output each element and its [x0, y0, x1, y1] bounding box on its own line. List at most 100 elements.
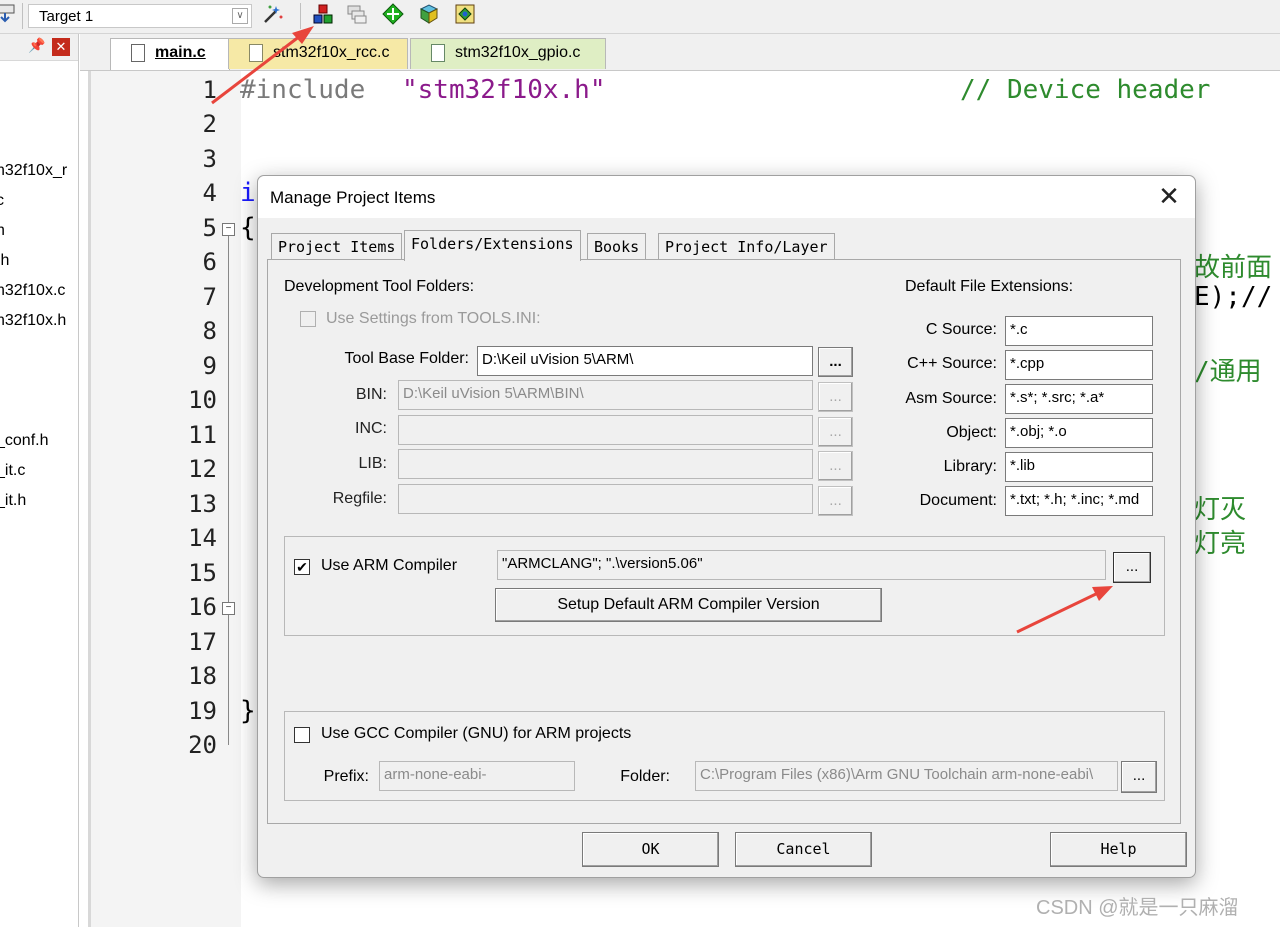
- select-packs-icon[interactable]: [454, 3, 476, 25]
- use-gcc-checkbox[interactable]: [294, 727, 310, 743]
- toolbar-separator: [22, 3, 23, 29]
- line-number: 11: [188, 421, 217, 449]
- code-comment: 灯亮: [1194, 529, 1247, 559]
- code-comment: /通用: [1194, 357, 1262, 387]
- line-number: 15: [188, 559, 217, 587]
- file-icon: [249, 44, 263, 62]
- tab-stm32f10x-gpio-c[interactable]: stm32f10x_gpio.c: [410, 38, 606, 69]
- bin-browse-button[interactable]: ...: [818, 382, 853, 412]
- tab-books[interactable]: Books: [587, 233, 647, 259]
- object-field[interactable]: *.obj; *.o: [1005, 418, 1153, 448]
- c-source-label: C Source:: [925, 321, 997, 338]
- code-fragment: E);//: [1194, 282, 1273, 312]
- line-number: 16: [188, 593, 217, 621]
- code-fragment: i: [240, 178, 256, 208]
- chevron-down-icon[interactable]: ∨: [232, 8, 248, 24]
- code-comment: 故前面: [1194, 253, 1273, 283]
- project-tree-item[interactable]: _conf.h: [0, 432, 48, 450]
- c-source-field[interactable]: *.c: [1005, 316, 1153, 346]
- cpp-source-field[interactable]: *.cpp: [1005, 350, 1153, 380]
- line-number: 6: [202, 248, 217, 276]
- lib-folder-field[interactable]: [398, 449, 813, 479]
- inc-browse-button[interactable]: ...: [818, 417, 853, 447]
- tab-project-items[interactable]: Project Items: [271, 233, 403, 259]
- cancel-button[interactable]: Cancel: [735, 832, 872, 867]
- target-select[interactable]: Target 1 ∨: [28, 4, 252, 28]
- close-icon[interactable]: ✕: [1155, 182, 1183, 210]
- project-tree-item[interactable]: n32f10x.h: [0, 312, 66, 330]
- project-tree-item[interactable]: .h: [0, 252, 9, 270]
- project-panel: 📌 ✕ n32f10x_r c h .h n32f10x.c n32f10x.h…: [0, 34, 79, 927]
- tool-base-browse-button[interactable]: ...: [818, 347, 853, 377]
- library-field[interactable]: *.lib: [1005, 452, 1153, 482]
- fold-line: [228, 615, 229, 745]
- project-tree-item[interactable]: _it.c: [0, 462, 25, 480]
- tab-label: stm32f10x_rcc.c: [273, 44, 390, 61]
- stack-icon[interactable]: [346, 3, 368, 25]
- tab-stm32f10x-rcc-c[interactable]: stm32f10x_rcc.c: [228, 38, 408, 69]
- line-number: 19: [188, 697, 217, 725]
- fold-toggle-icon[interactable]: −: [222, 602, 235, 615]
- tool-base-folder-field[interactable]: D:\Keil uVision 5\ARM\: [477, 346, 813, 376]
- file-tab-strip: main.c stm32f10x_rcc.c stm32f10x_gpio.c: [80, 34, 1280, 71]
- arm-compiler-field[interactable]: "ARMCLANG"; ".\version5.06": [497, 550, 1106, 580]
- use-arm-compiler-label: Use ARM Compiler: [321, 557, 458, 574]
- prefix-label: Prefix:: [323, 768, 369, 785]
- tab-project-info-layer[interactable]: Project Info/Layer: [658, 233, 835, 259]
- arm-compiler-browse-button[interactable]: ...: [1113, 552, 1151, 583]
- line-number: 9: [202, 352, 217, 380]
- watermark: CSDN @就是一只麻溜: [1036, 897, 1239, 919]
- code-fragment: }: [240, 696, 256, 726]
- line-number-gutter: 1 2 3 4 5 6 7 8 9 10 11 12 13 14 15 16 1…: [88, 71, 241, 927]
- line-number: 20: [188, 731, 217, 759]
- library-label: Library:: [943, 458, 997, 475]
- setup-default-compiler-button[interactable]: Setup Default ARM Compiler Version: [495, 588, 882, 622]
- close-icon[interactable]: ✕: [52, 38, 70, 56]
- use-tools-ini-checkbox[interactable]: [300, 311, 316, 327]
- regfile-field[interactable]: [398, 484, 813, 514]
- help-button[interactable]: Help: [1050, 832, 1187, 867]
- document-label: Document:: [919, 492, 997, 509]
- dialog-title: Manage Project Items: [270, 188, 436, 207]
- bin-label: BIN:: [355, 386, 387, 403]
- project-tree-item[interactable]: _it.h: [0, 492, 26, 510]
- tab-main-c[interactable]: main.c: [110, 38, 230, 70]
- asm-source-field[interactable]: *.s*; *.src; *.a*: [1005, 384, 1153, 414]
- use-arm-compiler-checkbox[interactable]: ✔: [294, 559, 310, 575]
- regfile-browse-button[interactable]: ...: [818, 486, 853, 516]
- code-comment: 灯灭: [1194, 495, 1247, 525]
- line-number: 17: [188, 628, 217, 656]
- line-number: 4: [202, 179, 217, 207]
- ok-button[interactable]: OK: [582, 832, 719, 867]
- gcc-folder-browse-button[interactable]: ...: [1121, 761, 1157, 793]
- load-icon[interactable]: [0, 3, 16, 25]
- object-label: Object:: [946, 424, 997, 441]
- folder-label: Folder:: [620, 768, 670, 785]
- lib-browse-button[interactable]: ...: [818, 451, 853, 481]
- project-tree-item[interactable]: n32f10x_r: [0, 162, 67, 180]
- fold-toggle-icon[interactable]: −: [222, 223, 235, 236]
- prefix-field[interactable]: arm-none-eabi-: [379, 761, 575, 791]
- line-number: 10: [188, 386, 217, 414]
- tab-folders-extensions[interactable]: Folders/Extensions: [404, 230, 581, 261]
- gcc-folder-field[interactable]: C:\Program Files (x86)\Arm GNU Toolchain…: [695, 761, 1118, 791]
- manage-project-items-dialog: Manage Project Items ✕ Project Items Fol…: [257, 175, 1196, 878]
- project-tree-item[interactable]: h: [0, 222, 5, 240]
- project-tree-item[interactable]: n32f10x.c: [0, 282, 65, 300]
- line-number: 2: [202, 110, 217, 138]
- line-number: 3: [202, 145, 217, 173]
- manage-project-items-icon[interactable]: [312, 3, 334, 25]
- pin-icon[interactable]: 📌: [28, 37, 45, 54]
- inc-folder-field[interactable]: [398, 415, 813, 445]
- bin-folder-field[interactable]: D:\Keil uVision 5\ARM\BIN\: [398, 380, 813, 410]
- project-tree-item[interactable]: c: [0, 192, 4, 210]
- line-number: 12: [188, 455, 217, 483]
- document-field[interactable]: *.txt; *.h; *.inc; *.md: [1005, 486, 1153, 516]
- pack-installer-icon[interactable]: [418, 3, 440, 25]
- line-number: 8: [202, 317, 217, 345]
- code-directive: #include: [240, 75, 366, 105]
- magic-wand-icon[interactable]: [262, 3, 284, 25]
- green-diamond-icon[interactable]: [382, 3, 404, 25]
- regfile-label: Regfile:: [332, 490, 387, 507]
- cpp-source-label: C++ Source:: [907, 355, 997, 372]
